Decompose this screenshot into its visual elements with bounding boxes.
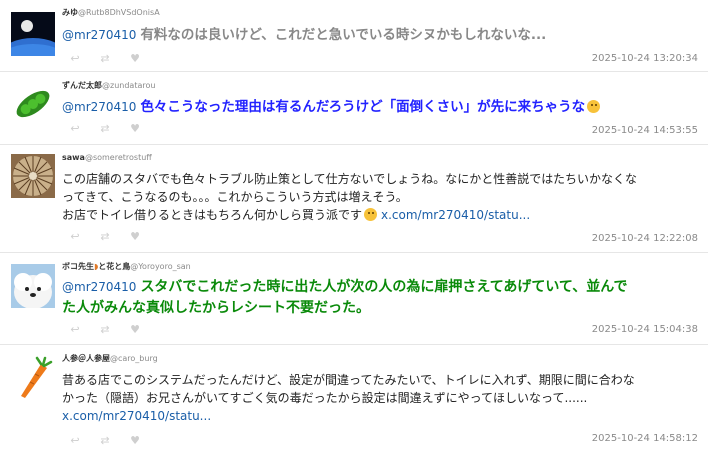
tweet-item: みゆ@Rutb8DhVSdOnisA @mr270410 有料なのは良いけど、これ… bbox=[0, 0, 708, 72]
action-bar: ↩ ⇄ ♥ bbox=[68, 52, 142, 66]
tweet-item: sawa@someretrostuff この店舗のスタバでも色々トラブル防止策と… bbox=[0, 145, 708, 253]
reply-icon[interactable]: ↩ bbox=[68, 323, 82, 337]
author-line: sawa@someretrostuff bbox=[62, 153, 152, 162]
status-link[interactable]: x.com/mr270410/statu... bbox=[62, 407, 694, 425]
handle[interactable]: @Rutb8DhVSdOnisA bbox=[78, 8, 160, 17]
tweet-line: お店でトイレ借りるときはもちろん何かしら買う派です x.com/mr270410/… bbox=[62, 206, 694, 224]
tweet-line: 昔ある店でこのシステムだったんだけど、設定が間違ってたみたいで、トイレに入れず、… bbox=[62, 373, 635, 387]
mention-link[interactable]: @mr270410 bbox=[62, 280, 136, 294]
tweet-text: @mr270410 スタバでこれだった時に出た人が次の人の為に扉押さえてあげていて… bbox=[62, 277, 694, 319]
display-name[interactable]: sawa bbox=[62, 153, 85, 162]
tweet-line: た人がみんな真似したからレシート不要だった。 bbox=[62, 300, 370, 316]
avatar[interactable] bbox=[11, 356, 55, 400]
author-line: ずんだ太郎@zundatarou bbox=[62, 80, 155, 91]
retweet-icon[interactable]: ⇄ bbox=[98, 230, 112, 244]
tweet-line-text: お店でトイレ借りるときはもちろん何かしら買う派です bbox=[62, 208, 363, 222]
tweet-text: この店舗のスタバでも色々トラブル防止策として仕方ないでしょうね。なにかと性善説で… bbox=[62, 170, 694, 224]
timestamp[interactable]: 2025-10-24 15:04:38 bbox=[592, 324, 698, 335]
reply-icon[interactable]: ↩ bbox=[68, 434, 82, 448]
display-name[interactable]: 人参＠人参屋 bbox=[62, 354, 110, 363]
tweet-item: 人参＠人参屋@caro_burg 昔ある店でこのシステムだったんだけど、設定が間… bbox=[0, 345, 708, 454]
handle[interactable]: @Yoroyoro_san bbox=[130, 262, 191, 271]
like-icon[interactable]: ♥ bbox=[128, 323, 142, 337]
smiling-emoji-icon bbox=[364, 208, 378, 221]
tweet-text: @mr270410 色々こうなった理由は有るんだろうけど「面倒くさい」が先に来ちゃ… bbox=[62, 97, 694, 117]
grinning-sweat-emoji-icon bbox=[587, 100, 601, 113]
action-bar: ↩ ⇄ ♥ bbox=[68, 434, 142, 448]
retweet-icon[interactable]: ⇄ bbox=[98, 122, 112, 136]
handle[interactable]: @zundatarou bbox=[102, 81, 155, 90]
tweet-line: この店舗のスタバでも色々トラブル防止策として仕方ないでしょうね。なにかと性善説で… bbox=[62, 172, 638, 186]
reply-icon[interactable]: ↩ bbox=[68, 52, 82, 66]
retweet-icon[interactable]: ⇄ bbox=[98, 52, 112, 66]
display-name[interactable]: ボコ先生 bbox=[62, 262, 94, 271]
tweet-item: ずんだ太郎@zundatarou @mr270410 色々こうなった理由は有るんだ… bbox=[0, 72, 708, 145]
author-line: みゆ@Rutb8DhVSdOnisA bbox=[62, 7, 160, 18]
action-bar: ↩ ⇄ ♥ bbox=[68, 230, 142, 244]
retweet-icon[interactable]: ⇄ bbox=[98, 323, 112, 337]
like-icon[interactable]: ♥ bbox=[128, 230, 142, 244]
tweet-feed: みゆ@Rutb8DhVSdOnisA @mr270410 有料なのは良いけど、これ… bbox=[0, 0, 708, 454]
tweet-text: 昔ある店でこのシステムだったんだけど、設定が間違ってたみたいで、トイレに入れず、… bbox=[62, 371, 694, 425]
display-name[interactable]: ずんだ太郎 bbox=[62, 81, 102, 90]
tweet-content: スタバでこれだった時に出た人が次の人の為に扉押さえてあげていて、並んで bbox=[140, 279, 628, 295]
timestamp[interactable]: 2025-10-24 13:20:34 bbox=[592, 53, 698, 64]
status-link[interactable]: x.com/mr270410/statu... bbox=[381, 208, 530, 222]
handle[interactable]: @caro_burg bbox=[110, 354, 158, 363]
timestamp[interactable]: 2025-10-24 14:58:12 bbox=[592, 433, 698, 444]
author-line: 人参＠人参屋@caro_burg bbox=[62, 353, 158, 364]
like-icon[interactable]: ♥ bbox=[128, 122, 142, 136]
timestamp[interactable]: 2025-10-24 12:22:08 bbox=[592, 233, 698, 244]
reply-icon[interactable]: ↩ bbox=[68, 230, 82, 244]
display-name-suffix[interactable]: と花と鳥 bbox=[98, 262, 130, 271]
action-bar: ↩ ⇄ ♥ bbox=[68, 122, 142, 136]
like-icon[interactable]: ♥ bbox=[128, 434, 142, 448]
tweet-line: かった（隠語）お兄さんがいてすごく気の毒だったから設定は間違えずにやってほしいな… bbox=[62, 391, 588, 405]
avatar[interactable] bbox=[11, 12, 55, 56]
like-icon[interactable]: ♥ bbox=[128, 52, 142, 66]
handle[interactable]: @someretrostuff bbox=[85, 153, 152, 162]
tweet-content: 有料なのは良いけど、これだと急いでいる時シヌかもしれないな... bbox=[140, 27, 547, 43]
mention-link[interactable]: @mr270410 bbox=[62, 28, 136, 42]
tweet-content: 色々こうなった理由は有るんだろうけど「面倒くさい」が先に来ちゃうな bbox=[140, 99, 586, 115]
retweet-icon[interactable]: ⇄ bbox=[98, 434, 112, 448]
avatar[interactable] bbox=[11, 264, 55, 308]
display-name[interactable]: みゆ bbox=[62, 8, 78, 17]
author-line: ボコ先生◗と花と鳥@Yoroyoro_san bbox=[62, 261, 191, 272]
reply-icon[interactable]: ↩ bbox=[68, 122, 82, 136]
tweet-line: ってきて、こうなるのも。。。これからこういう方式は増えそう。 bbox=[62, 190, 408, 204]
tweet-line: @mr270410 スタバでこれだった時に出た人が次の人の為に扉押さえてあげていて… bbox=[62, 277, 694, 298]
tweet-item: ボコ先生◗と花と鳥@Yoroyoro_san @mr270410 スタバでこれだっ… bbox=[0, 253, 708, 345]
mention-link[interactable]: @mr270410 bbox=[62, 100, 136, 114]
avatar[interactable] bbox=[11, 154, 55, 198]
avatar[interactable] bbox=[11, 82, 55, 126]
tweet-text: @mr270410 有料なのは良いけど、これだと急いでいる時シヌかもしれないな..… bbox=[62, 25, 694, 45]
timestamp[interactable]: 2025-10-24 14:53:55 bbox=[592, 125, 698, 136]
action-bar: ↩ ⇄ ♥ bbox=[68, 323, 142, 337]
